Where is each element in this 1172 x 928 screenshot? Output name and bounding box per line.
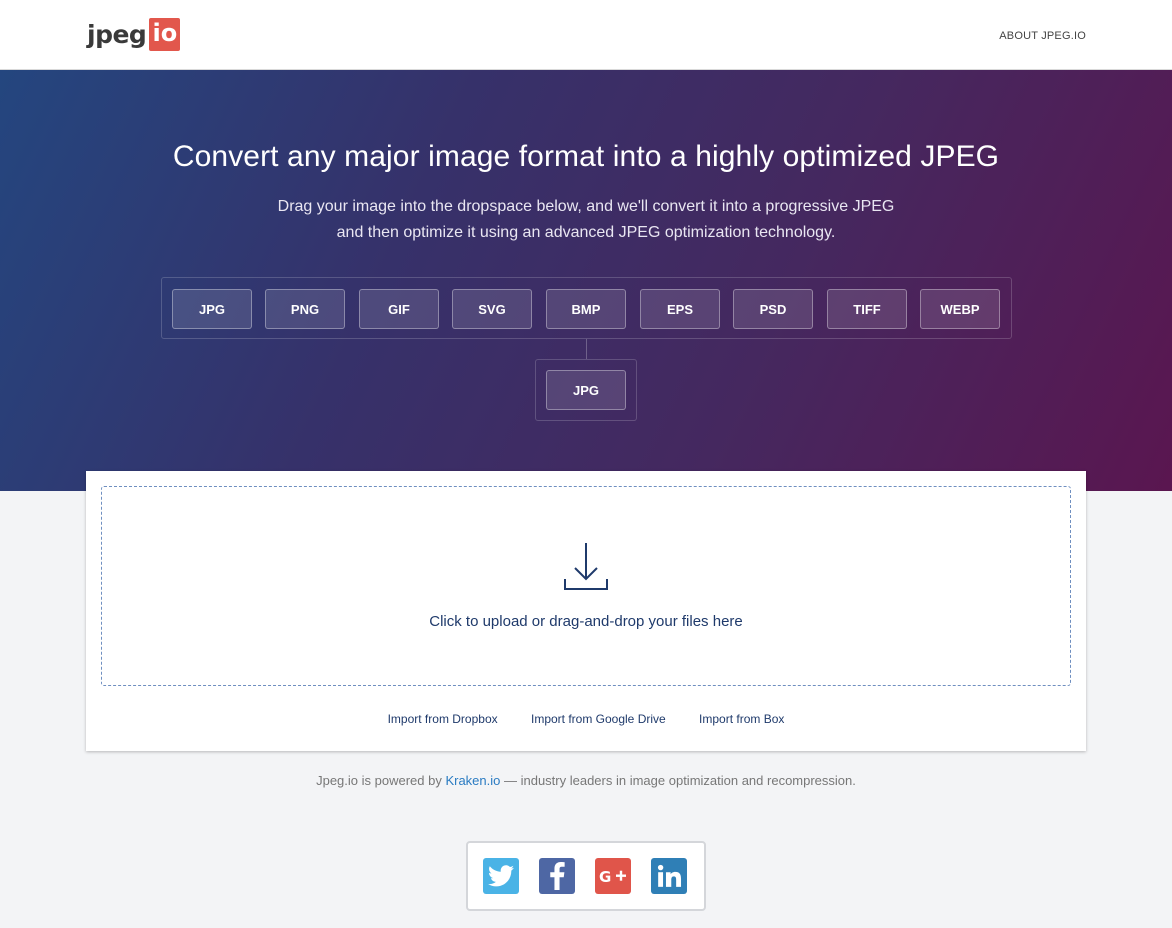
format-gif-button[interactable]: GIF (359, 289, 439, 329)
hero-title: Convert any major image format into a hi… (172, 140, 1000, 173)
top-navigation-bar: jpeg io ABOUT JPEG.IO (0, 0, 1172, 70)
about-link[interactable]: ABOUT JPEG.IO (999, 30, 1086, 42)
powered-by-text: Jpeg.io is powered by Kraken.io — indust… (0, 773, 1172, 788)
svg-text:G: G (599, 868, 611, 886)
import-dropbox-link[interactable]: Import from Dropbox (388, 712, 498, 726)
format-jpg-button[interactable]: JPG (172, 289, 252, 329)
dropzone-label: Click to upload or drag-and-drop your fi… (429, 613, 743, 630)
input-formats-group: JPG PNG GIF SVG BMP EPS PSD TIFF WEBP (161, 277, 1012, 339)
kraken-link[interactable]: Kraken.io (445, 773, 500, 788)
google-plus-icon[interactable]: G (595, 858, 631, 894)
format-eps-button[interactable]: EPS (640, 289, 720, 329)
format-svg-button[interactable]: SVG (452, 289, 532, 329)
logo-text: jpeg (87, 19, 147, 49)
output-format-group: JPG (535, 359, 637, 421)
format-psd-button[interactable]: PSD (733, 289, 813, 329)
hero-subtitle-line1: Drag your image into the dropspace below… (277, 198, 895, 215)
format-connector-line (586, 339, 587, 359)
import-links: Import from Dropbox Import from Google D… (86, 712, 1086, 726)
facebook-icon[interactable] (539, 858, 575, 894)
import-box-link[interactable]: Import from Box (699, 712, 784, 726)
download-arrow-icon (564, 543, 608, 590)
upload-card: Click to upload or drag-and-drop your fi… (86, 471, 1086, 751)
import-google-drive-link[interactable]: Import from Google Drive (531, 712, 666, 726)
hero-subtitle-line2: and then optimize it using an advanced J… (336, 224, 836, 241)
hero-section: Convert any major image format into a hi… (0, 70, 1172, 491)
powered-by-prefix: Jpeg.io is powered by (316, 773, 446, 788)
format-tiff-button[interactable]: TIFF (827, 289, 907, 329)
format-bmp-button[interactable]: BMP (546, 289, 626, 329)
linkedin-icon[interactable] (651, 858, 687, 894)
jpegio-logo[interactable]: jpeg io (87, 17, 181, 51)
twitter-icon[interactable] (483, 858, 519, 894)
social-share-box: G (466, 841, 706, 911)
upload-dropzone[interactable]: Click to upload or drag-and-drop your fi… (101, 486, 1071, 686)
powered-by-suffix: — industry leaders in image optimization… (500, 773, 856, 788)
format-png-button[interactable]: PNG (265, 289, 345, 329)
logo-badge: io (149, 17, 181, 51)
output-format-jpg-button[interactable]: JPG (546, 370, 626, 410)
format-webp-button[interactable]: WEBP (920, 289, 1000, 329)
